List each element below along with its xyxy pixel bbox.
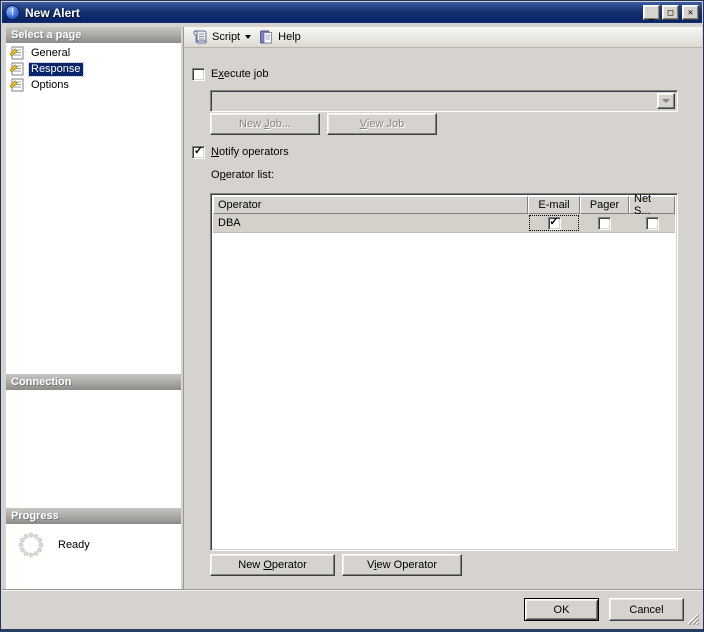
pager-checkbox[interactable] xyxy=(598,216,611,230)
response-page-panel: Execute job New Job... View Job ✓ Notify… xyxy=(183,48,702,589)
view-operator-button[interactable]: View Operator xyxy=(342,554,462,576)
script-icon xyxy=(193,30,207,44)
table-row[interactable]: DBA ✓ xyxy=(213,214,675,233)
column-header-pager[interactable]: Pager xyxy=(580,196,629,214)
notify-operators-label[interactable]: Notify operators xyxy=(211,146,289,158)
progress-spinner-icon xyxy=(18,532,44,558)
operator-grid: Operator E-mail Pager Net S... DBA ✓ xyxy=(210,193,678,551)
alert-icon: ! xyxy=(5,5,20,20)
cancel-button[interactable]: Cancel xyxy=(609,598,684,621)
page-icon xyxy=(9,62,24,76)
execute-job-checkbox[interactable] xyxy=(192,68,205,81)
help-icon xyxy=(260,30,273,44)
sidebar-item-label: General xyxy=(31,46,71,59)
new-alert-dialog: ! New Alert _ □ ✕ Select a page General … xyxy=(0,0,704,632)
help-button[interactable]: Help xyxy=(255,27,304,47)
script-label: Script xyxy=(212,31,241,43)
sidebar-item-response[interactable]: Response xyxy=(6,61,181,77)
sidebar-item-label: Response xyxy=(28,61,84,77)
job-combobox-dropdown-button[interactable] xyxy=(657,93,675,109)
connection-panel xyxy=(6,390,181,508)
connection-header: Connection xyxy=(6,374,181,390)
progress-header: Progress xyxy=(6,508,181,524)
progress-panel: Ready xyxy=(6,524,181,589)
progress-status: Ready xyxy=(58,539,90,551)
column-header-operator[interactable]: Operator xyxy=(213,196,528,214)
notify-operators-checkbox[interactable]: ✓ xyxy=(192,146,205,159)
chevron-down-icon xyxy=(662,99,670,103)
operator-list-label: Operator list: xyxy=(211,169,274,181)
page-icon xyxy=(9,78,24,92)
pager-cell xyxy=(580,214,629,232)
footer-divider xyxy=(2,589,702,591)
sidebar-item-label: Options xyxy=(31,78,69,91)
ok-button[interactable]: OK xyxy=(524,598,599,621)
column-header-net-send[interactable]: Net S... xyxy=(629,194,675,217)
new-operator-button[interactable]: New Operator xyxy=(210,554,335,576)
job-combobox[interactable] xyxy=(210,90,678,112)
net-send-cell xyxy=(629,214,675,232)
sidebar-item-general[interactable]: General xyxy=(6,45,181,61)
new-job-button[interactable]: New Job... xyxy=(210,113,320,135)
minimize-button[interactable]: _ xyxy=(643,5,660,21)
window-title: New Alert xyxy=(25,5,80,20)
operator-name-cell: DBA xyxy=(218,217,241,229)
toolbar: Script Help xyxy=(183,27,702,48)
help-label: Help xyxy=(278,31,301,43)
close-button[interactable]: ✕ xyxy=(682,5,699,20)
operator-grid-header: Operator E-mail Pager Net S... xyxy=(213,194,675,217)
job-combobox-value xyxy=(211,91,655,111)
select-a-page-header: Select a page xyxy=(6,27,181,43)
resize-grip[interactable] xyxy=(686,612,699,625)
titlebar[interactable]: ! New Alert _ □ ✕ xyxy=(2,2,702,23)
column-header-email[interactable]: E-mail xyxy=(528,196,580,214)
net-send-checkbox[interactable] xyxy=(645,216,659,230)
page-list: General Response Options xyxy=(6,43,181,374)
email-cell: ✓ xyxy=(528,214,580,232)
maximize-button[interactable]: □ xyxy=(662,5,679,20)
script-dropdown-caret[interactable] xyxy=(245,35,252,39)
execute-job-label[interactable]: Execute job xyxy=(211,68,269,80)
view-job-button[interactable]: View Job xyxy=(327,113,437,135)
sidebar-item-options[interactable]: Options xyxy=(6,77,181,93)
email-checkbox[interactable]: ✓ xyxy=(547,216,561,230)
script-button[interactable]: Script xyxy=(189,27,243,47)
page-icon xyxy=(9,46,24,60)
sidebar: Select a page General Response Options C… xyxy=(6,27,181,589)
